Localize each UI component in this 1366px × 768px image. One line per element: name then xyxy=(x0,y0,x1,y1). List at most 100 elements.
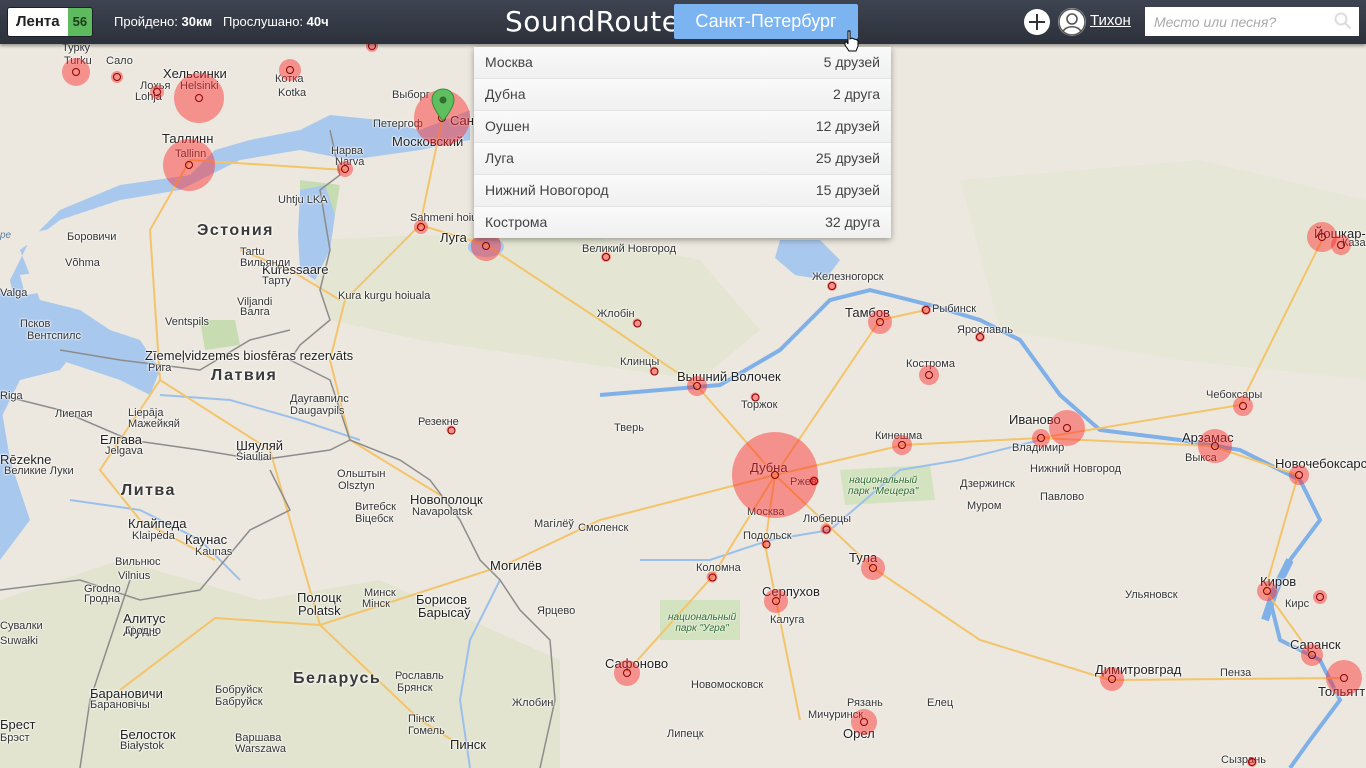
city-label: Рига xyxy=(148,362,172,374)
activity-bubble[interactable] xyxy=(1289,465,1309,485)
stats: Пройдено: 30км Прослушано: 40ч xyxy=(114,14,329,29)
dropdown-item[interactable]: Нижний Новогород 15 друзей xyxy=(474,175,891,207)
activity-bubble[interactable] xyxy=(1331,235,1351,255)
city-label: Рязань xyxy=(847,697,883,709)
city-label: Елец xyxy=(927,697,954,709)
avatar[interactable] xyxy=(1058,8,1086,36)
activity-bubble[interactable] xyxy=(1247,757,1257,767)
dropdown-item-city: Оушен xyxy=(485,118,530,134)
activity-bubble[interactable] xyxy=(1233,396,1253,416)
activity-bubble[interactable] xyxy=(764,589,788,613)
city-label: Лиепая xyxy=(55,408,93,420)
city-label: Ярославль xyxy=(957,324,1013,336)
activity-bubble[interactable] xyxy=(614,660,640,686)
park-label: национальный парк "Мещера" xyxy=(848,475,919,497)
activity-bubble[interactable] xyxy=(1198,429,1232,463)
activity-bubble[interactable] xyxy=(809,476,819,486)
activity-bubble[interactable] xyxy=(1100,667,1124,691)
activity-bubble[interactable] xyxy=(851,709,877,735)
activity-bubble[interactable] xyxy=(1257,581,1277,601)
city-label: Гродна xyxy=(84,593,120,605)
city-label: Võhma xyxy=(65,257,100,269)
activity-bubble[interactable] xyxy=(163,139,215,191)
activity-bubble[interactable] xyxy=(62,58,90,86)
search-input[interactable] xyxy=(1145,7,1359,36)
activity-bubble[interactable] xyxy=(111,71,123,83)
country-label: Латвия xyxy=(211,367,278,384)
app-logo: SoundRoute xyxy=(505,5,680,38)
city-label: Нижний Новгород xyxy=(1030,463,1122,475)
feed-label: Лента xyxy=(8,8,68,36)
city-label: Zīemeļvidzemes biosfēras rezervāts xyxy=(145,348,354,363)
activity-bubble[interactable] xyxy=(732,432,818,518)
city-label: Павлово xyxy=(1040,491,1085,503)
city-label: Новомосковск xyxy=(691,679,764,691)
activity-bubble[interactable] xyxy=(601,252,611,262)
city-label: Коломна xyxy=(696,562,741,574)
activity-bubble[interactable] xyxy=(706,571,718,583)
city-label: Псков xyxy=(20,318,51,330)
dropdown-item-friends: 15 друзей xyxy=(815,182,880,198)
activity-bubble[interactable] xyxy=(632,318,642,328)
dropdown-item[interactable]: Оушен 12 друзей xyxy=(474,111,891,143)
activity-bubble[interactable] xyxy=(687,376,707,396)
activity-bubble[interactable] xyxy=(649,366,659,376)
city-label: Віцебск xyxy=(355,513,394,525)
activity-bubble[interactable] xyxy=(868,310,892,334)
city-label: Калуга xyxy=(770,614,805,626)
city-label: Жлобін xyxy=(597,308,635,320)
park-label: национальный парк "Угра" xyxy=(668,612,737,634)
city-label: Барысаў xyxy=(418,605,471,620)
city-label: Великие Луки xyxy=(4,465,74,477)
activity-bubble[interactable] xyxy=(1049,410,1085,446)
city-label: Ярцево xyxy=(537,605,576,617)
search-icon[interactable] xyxy=(1334,12,1352,30)
city-label: Великий Новгород xyxy=(582,243,677,255)
user-icon xyxy=(1058,8,1086,36)
activity-bubble[interactable] xyxy=(337,161,353,177)
city-label: Сызрань xyxy=(1221,754,1266,766)
activity-bubble[interactable] xyxy=(279,59,301,81)
activity-bubble[interactable] xyxy=(892,435,912,455)
activity-bubble[interactable] xyxy=(919,365,939,385)
city-label: Тверь xyxy=(614,422,644,434)
city-label: Новочебоксарск xyxy=(1275,456,1366,471)
city-label: Муром xyxy=(967,500,1002,512)
listened-value: 40ч xyxy=(306,14,329,29)
activity-bubble[interactable] xyxy=(1326,660,1362,696)
city-label: Пенза xyxy=(1220,667,1252,679)
activity-bubble[interactable] xyxy=(174,73,224,123)
city-label: Kaunas xyxy=(195,546,233,558)
activity-bubble[interactable] xyxy=(446,425,456,435)
activity-bubble[interactable] xyxy=(761,539,771,549)
activity-bubble[interactable] xyxy=(150,85,164,99)
city-label: Брянск xyxy=(397,682,433,694)
city-label: Сувалки xyxy=(0,620,43,632)
dropdown-item[interactable]: Кострома 32 друга xyxy=(474,207,891,238)
activity-bubble[interactable] xyxy=(414,220,428,234)
dropdown-item[interactable]: Дубна 2 друга xyxy=(474,79,891,111)
city-label: Могилёв xyxy=(490,558,542,573)
add-icon[interactable] xyxy=(1024,9,1050,35)
water-label: pe xyxy=(0,230,12,241)
activity-bubble[interactable] xyxy=(861,556,885,580)
dropdown-item-city: Луга xyxy=(485,150,514,166)
feed-button[interactable]: Лента 56 xyxy=(8,8,93,36)
activity-bubble[interactable] xyxy=(921,305,931,315)
activity-bubble[interactable] xyxy=(975,332,985,342)
activity-bubble[interactable] xyxy=(1032,429,1050,447)
country-label: Литва xyxy=(121,482,176,499)
dropdown-item[interactable]: Луга 25 друзей xyxy=(474,143,891,175)
activity-bubble[interactable] xyxy=(820,523,832,535)
dropdown-item-friends: 32 друга xyxy=(825,214,880,230)
city-select-button[interactable]: Санкт-Петербург xyxy=(674,4,858,39)
dropdown-item[interactable]: Москва 5 друзей xyxy=(474,47,891,79)
activity-bubble[interactable] xyxy=(827,281,837,291)
username-link[interactable]: Тихон xyxy=(1090,12,1131,29)
location-pin-icon[interactable] xyxy=(431,88,455,122)
city-label: Polatsk xyxy=(298,603,341,618)
activity-bubble[interactable] xyxy=(750,392,760,402)
activity-bubble[interactable] xyxy=(1301,644,1323,666)
city-label: Гродно xyxy=(125,625,161,637)
activity-bubble[interactable] xyxy=(1313,590,1327,604)
